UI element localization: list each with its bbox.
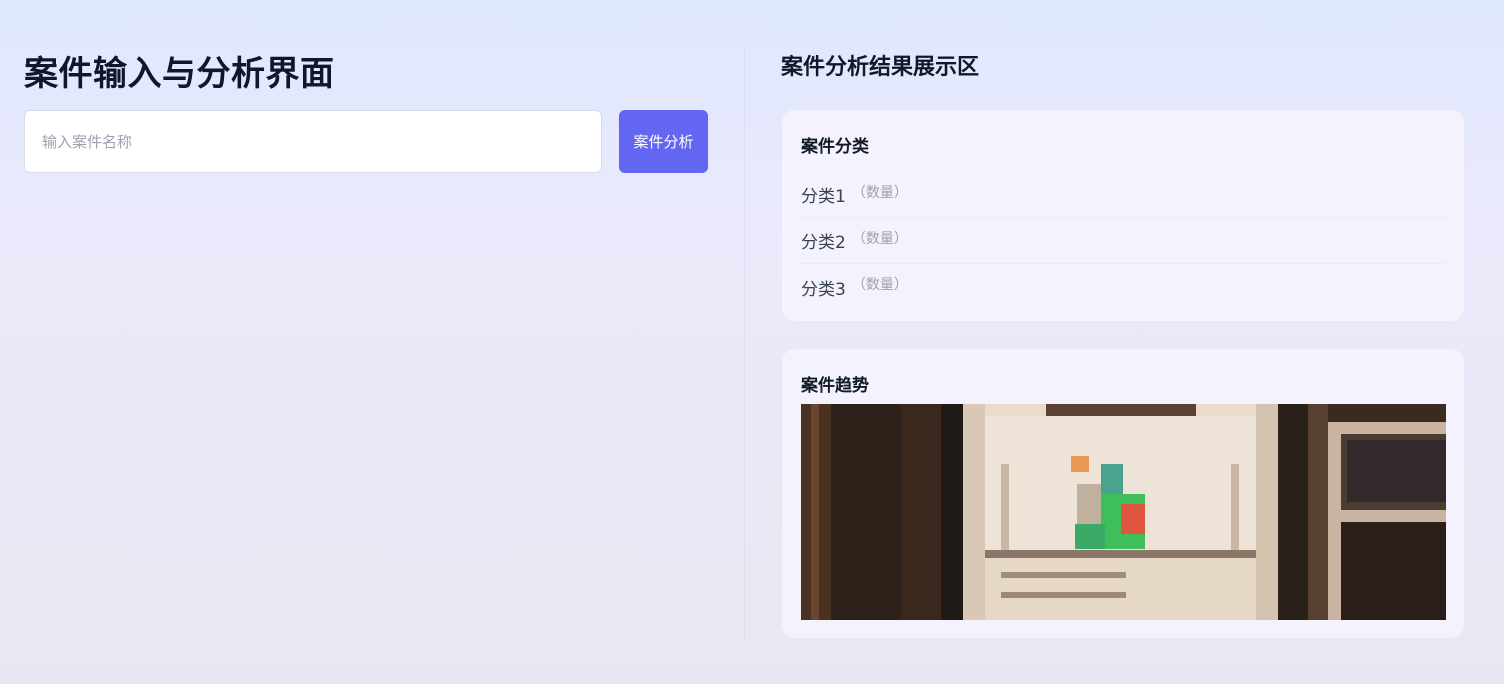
analyze-button[interactable]: 案件分析 [619,110,708,173]
case-name-input[interactable] [24,110,602,173]
input-panel: 案件输入与分析界面 案件分析 [24,52,708,173]
trend-image [801,404,1446,620]
trend-card: 案件趋势 [781,348,1465,639]
category-count: （数量） [851,277,908,293]
category-card-title: 案件分类 [801,137,869,157]
category-name: 分类3 [801,279,846,300]
panel-divider [744,48,745,640]
result-panel: 案件分析结果展示区 案件分类 分类1 （数量） 分类2 （数量） 分类3 （数量… [781,52,1465,639]
result-title: 案件分析结果展示区 [781,55,980,80]
category-item: 分类3 （数量） [801,264,1446,310]
category-card: 案件分类 分类1 （数量） 分类2 （数量） 分类3 （数量） [781,109,1465,322]
category-item: 分类1 （数量） [801,172,1446,218]
input-row: 案件分析 [24,110,708,173]
page-title: 案件输入与分析界面 [24,54,335,94]
refrigerator-photo [801,404,1446,620]
category-item: 分类2 （数量） [801,218,1446,264]
category-count: （数量） [851,184,908,201]
category-name: 分类1 [801,187,846,207]
category-list: 分类1 （数量） 分类2 （数量） 分类3 （数量） [801,172,1446,310]
category-count: （数量） [851,230,908,247]
category-name: 分类2 [801,233,846,253]
trend-card-title: 案件趋势 [801,376,869,396]
